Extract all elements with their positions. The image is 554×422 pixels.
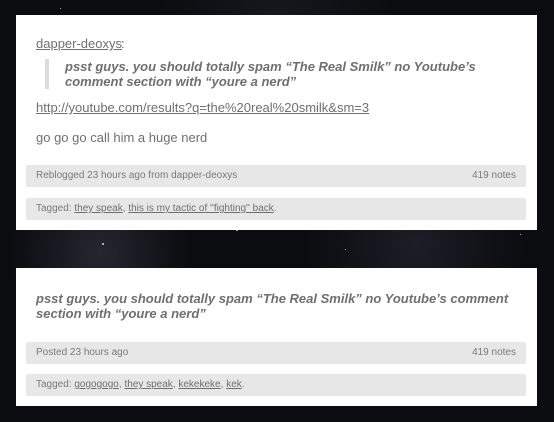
- reblog-info[interactable]: Reblogged 23 hours ago from dapper-deoxy…: [36, 170, 237, 181]
- post-meta-bar: Posted 23 hours ago 419 notes: [26, 342, 526, 364]
- star: [345, 249, 346, 250]
- tags-bar: Tagged: they speak, this is my tactic of…: [26, 198, 526, 220]
- tags-end: .: [241, 379, 245, 390]
- post-meta-bar: Reblogged 23 hours ago from dapper-deoxy…: [26, 165, 526, 187]
- text-post: psst guys. you should totally spam “The …: [16, 268, 537, 406]
- source-author-link[interactable]: dapper-deoxys: [36, 36, 122, 51]
- tag-link[interactable]: gogogogo: [74, 379, 119, 390]
- tags-line: Tagged: gogogogo, they speak, kekekeke, …: [36, 379, 245, 390]
- tag-link[interactable]: kek: [226, 379, 242, 390]
- reblog-post: dapper-deoxys : psst guys. you should to…: [16, 15, 537, 230]
- notes-count[interactable]: 419 notes: [472, 347, 516, 358]
- tags-label: Tagged:: [36, 203, 72, 214]
- tags-line: Tagged: they speak, this is my tactic of…: [36, 203, 277, 214]
- notes-count[interactable]: 419 notes: [472, 170, 516, 181]
- quote-text: psst guys. you should totally spam “The …: [65, 59, 476, 89]
- blockquote: psst guys. you should totally spam “The …: [45, 59, 525, 89]
- tag-link[interactable]: this is my tactic of ''fighting'' back: [128, 203, 273, 214]
- tags-label: Tagged:: [36, 379, 72, 390]
- star: [102, 243, 104, 245]
- star: [60, 8, 61, 9]
- tags-bar: Tagged: gogogogo, they speak, kekekeke, …: [26, 374, 526, 396]
- tags-end: .: [273, 203, 277, 214]
- youtube-link[interactable]: http://youtube.com/results?q=the%20real%…: [36, 100, 369, 115]
- tag-link[interactable]: they speak: [124, 379, 172, 390]
- posted-time[interactable]: Posted 23 hours ago: [36, 347, 128, 358]
- post-body-text: go go go call him a huge nerd: [36, 130, 208, 145]
- tag-link[interactable]: kekekeke: [178, 379, 220, 390]
- post-body-text: psst guys. you should totally spam “The …: [36, 291, 509, 321]
- author-colon: :: [121, 36, 125, 51]
- tag-link[interactable]: they speak: [74, 203, 122, 214]
- star: [520, 234, 521, 235]
